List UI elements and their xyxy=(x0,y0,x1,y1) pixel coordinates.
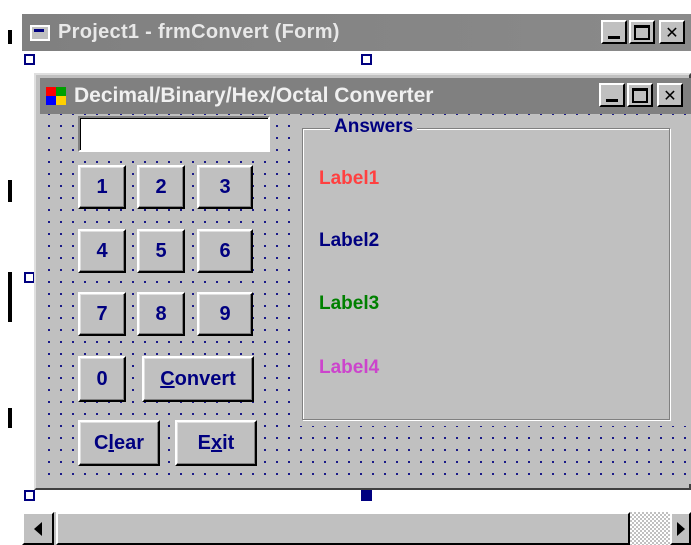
convert-button[interactable]: Convert xyxy=(142,356,254,402)
edge-mark xyxy=(8,180,12,202)
designer-canvas xyxy=(22,51,691,61)
exit-label-post: it xyxy=(222,431,235,454)
form-caption: Decimal/Binary/Hex/Octal Converter xyxy=(74,84,434,107)
ide-window-title: Project1 - frmConvert (Form) xyxy=(58,21,340,43)
edge-mark xyxy=(8,30,12,44)
edge-mark xyxy=(8,272,12,322)
arrow-right-icon[interactable] xyxy=(670,512,691,545)
close-icon[interactable]: ✕ xyxy=(657,83,683,107)
close-icon[interactable]: ✕ xyxy=(659,20,685,44)
minimize-icon[interactable] xyxy=(601,20,627,44)
label3: Label3 xyxy=(319,293,380,314)
convert-accel-key: C xyxy=(160,367,175,390)
arrow-left-icon[interactable] xyxy=(22,512,54,545)
exit-accel-key: x xyxy=(211,431,223,454)
digit-9-button[interactable]: 9 xyxy=(197,292,253,336)
edge-mark xyxy=(8,408,12,428)
clear-label-post: ear xyxy=(113,431,145,454)
label4: Label4 xyxy=(319,357,380,378)
resize-handle-top-center[interactable] xyxy=(361,54,372,65)
digit-5-button[interactable]: 5 xyxy=(137,229,185,273)
digit-2-button[interactable]: 2 xyxy=(137,165,185,209)
digit-7-button[interactable]: 7 xyxy=(78,292,126,336)
maximize-icon[interactable] xyxy=(627,83,653,107)
resize-handle-top-left[interactable] xyxy=(24,54,35,65)
minimize-icon[interactable] xyxy=(599,83,625,107)
resize-handle-bottom-center[interactable] xyxy=(361,490,372,501)
clear-label-pre: C xyxy=(93,431,109,454)
exit-label-pre: E xyxy=(197,431,211,454)
digit-3-button[interactable]: 3 xyxy=(197,165,253,209)
digit-0-button[interactable]: 0 xyxy=(78,356,126,402)
clear-button[interactable]: Cl ear xyxy=(78,420,160,466)
digit-6-button[interactable]: 6 xyxy=(197,229,253,273)
label1: Label1 xyxy=(319,168,380,189)
convert-label-post: onvert xyxy=(174,367,236,390)
form-icon[interactable] xyxy=(30,24,50,41)
digit-1-button[interactable]: 1 xyxy=(78,165,126,209)
vb-windows-icon xyxy=(44,85,68,107)
number-input[interactable] xyxy=(78,116,270,152)
exit-button[interactable]: Ex it xyxy=(175,420,257,466)
form-title-bar[interactable]: Decimal/Binary/Hex/Octal Converter ✕ xyxy=(40,78,691,114)
scrollbar-thumb[interactable] xyxy=(56,512,630,545)
resize-handle-bottom-left[interactable] xyxy=(24,490,35,501)
digit-8-button[interactable]: 8 xyxy=(137,292,185,336)
digit-4-button[interactable]: 4 xyxy=(78,229,126,273)
ide-title-bar[interactable]: Project1 - frmConvert (Form) ✕ xyxy=(22,14,691,51)
maximize-icon[interactable] xyxy=(629,20,655,44)
label2: Label2 xyxy=(319,230,380,251)
answers-frame-caption: Answers xyxy=(330,116,418,138)
scrollbar-track[interactable] xyxy=(630,512,670,545)
